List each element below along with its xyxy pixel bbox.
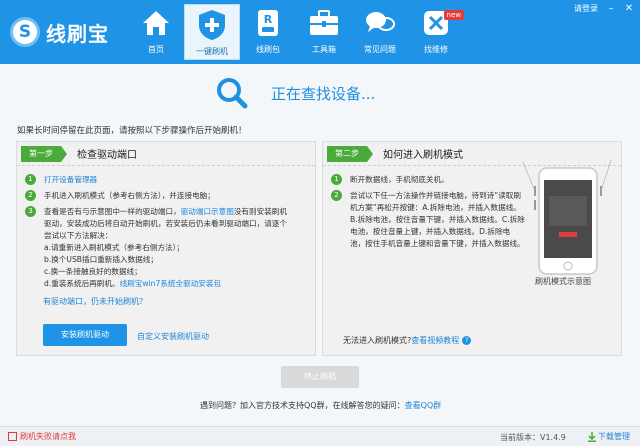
no-flash-row: 无法进入刷机模式?查看视频教程? [343,335,472,346]
sub-d-text: d.重装系统后再刷机。 [44,279,120,288]
logo-mark: S [10,17,40,47]
win7-driver-link[interactable]: 线刷宝win7系统全驱动安装包 [120,279,222,288]
nav-find-repair[interactable]: 找维修 new [408,0,464,60]
chat-icon [362,6,398,40]
toolbox-icon [306,6,342,40]
feedback-link[interactable]: 刷机失败请点我 [8,431,76,442]
step-number: 1 [331,174,342,185]
main-nav: 首页 一键刷机 R 线刷包 工具箱 常见问题 找维修 new [128,0,464,64]
sub-item: a.请重新进入刷机模式（参考右侧方法）； [44,243,184,252]
app-name: 线刷宝 [46,21,109,46]
phone-caption: 刷机模式示意图 [535,277,591,286]
step-number: 2 [25,190,36,201]
video-tutorial-link[interactable]: 查看视频教程 [411,336,459,345]
download-icon [588,431,596,442]
status-text: 正在查找设备... [271,84,376,103]
port-diagram-link[interactable]: 驱动端口示意图 [181,207,234,216]
nav-home-label: 首页 [148,45,164,54]
step-number: 3 [25,206,36,217]
nav-find-repair-label: 找维修 [424,45,448,54]
close-button[interactable]: ✕ [624,3,634,14]
step1-list: 1 打开设备管理器 2 手机进入刷机模式（参考右侧方法），并连接电脑； 3 查看… [17,166,315,290]
list-item: 2 手机进入刷机模式（参考右侧方法），并连接电脑； [25,190,315,202]
nav-toolbox[interactable]: 工具箱 [296,0,352,60]
download-manager-link[interactable]: 下载管理 [588,431,630,442]
step-number: 1 [25,174,36,185]
stop-flash-button[interactable]: 终止刷机 [281,366,359,388]
footer-text: 遇到问题？加入官方技术支持QQ群，在线解答您的疑问： [200,401,405,410]
step1-tag: 第一步 [21,145,67,162]
svg-text:R: R [264,13,273,26]
status-bar: 刷机失败请点我 当前版本：V1.4.9 下载管理 [0,426,640,446]
flag-icon [8,432,17,441]
nav-faq-label: 常见问题 [364,45,396,54]
minimize-button[interactable]: – [606,3,616,14]
step2-title: 如何进入刷机模式 [383,150,463,161]
hint-text: 如果长时间停留在此页面，请按照以下步骤操作后开始刷机！ [17,126,247,136]
step-text: 查看是否有与示意图中一样的驱动端口，驱动端口示意图没有则安装刷机驱动，安装成功后… [44,206,294,290]
step2-panel: 第二步 如何进入刷机模式 1 断开数据线，手机彻底关机。 2 尝试以下任一方法操… [322,141,622,356]
step1-header: 第一步 检查驱动端口 [17,142,315,166]
shield-plus-icon [194,8,230,42]
nav-toolbox-label: 工具箱 [312,45,336,54]
home-icon [138,6,174,40]
step-text: 尝试以下任一方法操作并链接电脑，待到诗“读取刷机方案”再松开按键：A.拆除电池，… [350,191,525,248]
search-status: 正在查找设备... [215,76,375,110]
nav-flash-package-label: 线刷包 [256,45,280,54]
sub-item: d.重装系统后再刷机。线刷宝win7系统全驱动安装包 [44,278,294,290]
open-device-manager-link[interactable]: 打开设备管理器 [44,174,97,186]
version-label: 当前版本：V1.4.9 [500,433,566,442]
nav-faq[interactable]: 常见问题 [352,0,408,60]
step2-tag: 第二步 [327,145,373,162]
sub-item: c.换一条接触良好的数据线； [44,267,142,276]
app-logo: S 线刷宝 [10,17,109,47]
list-item: 1 打开设备管理器 [25,174,315,186]
step-text: 断开数据线，手机彻底关机。 [350,175,449,184]
nav-flash-package[interactable]: R 线刷包 [240,0,296,60]
search-icon [215,76,249,110]
sub-item: b.换个USB插口重新插入数据线； [44,255,158,264]
logo-glyph: S [18,21,32,42]
step-text-a: 查看是否有与示意图中一样的驱动端口， [44,207,181,216]
question-icon[interactable]: ? [462,336,472,345]
install-driver-button[interactable]: 安装刷机驱动 [43,324,127,346]
nav-home[interactable]: 首页 [128,0,184,60]
top-bar: S 线刷宝 首页 一键刷机 R 线刷包 工具箱 常见问题 找维修 new 请登录… [0,0,640,64]
no-flash-text: 无法进入刷机模式? [343,336,412,345]
new-badge: new [443,10,464,20]
footer-note: 遇到问题？加入官方技术支持QQ群，在线解答您的疑问：查看QQ群 [200,400,441,411]
qq-group-link[interactable]: 查看QQ群 [405,401,442,410]
custom-install-link[interactable]: 自定义安装刷机驱动 [137,331,209,342]
list-item: 3 查看是否有与示意图中一样的驱动端口，驱动端口示意图没有则安装刷机驱动，安装成… [25,206,315,290]
step1-title: 检查驱动端口 [77,150,137,161]
nav-one-click-flash-label: 一键刷机 [196,47,228,56]
step-number: 2 [331,190,342,201]
nav-one-click-flash[interactable]: 一键刷机 [184,4,240,60]
feedback-text: 刷机失败请点我 [20,432,76,441]
window-controls: 请登录 – ✕ [574,3,634,14]
step1-panel: 第一步 检查驱动端口 1 打开设备管理器 2 手机进入刷机模式（参考右侧方法），… [16,141,316,356]
download-text: 下载管理 [598,432,630,441]
login-link[interactable]: 请登录 [574,3,598,14]
package-icon: R [250,6,286,40]
step-text: 手机进入刷机模式（参考右侧方法），并连接电脑； [44,191,215,200]
no-port-link[interactable]: 有驱动端口，仍未开始刷机？ [43,296,147,307]
